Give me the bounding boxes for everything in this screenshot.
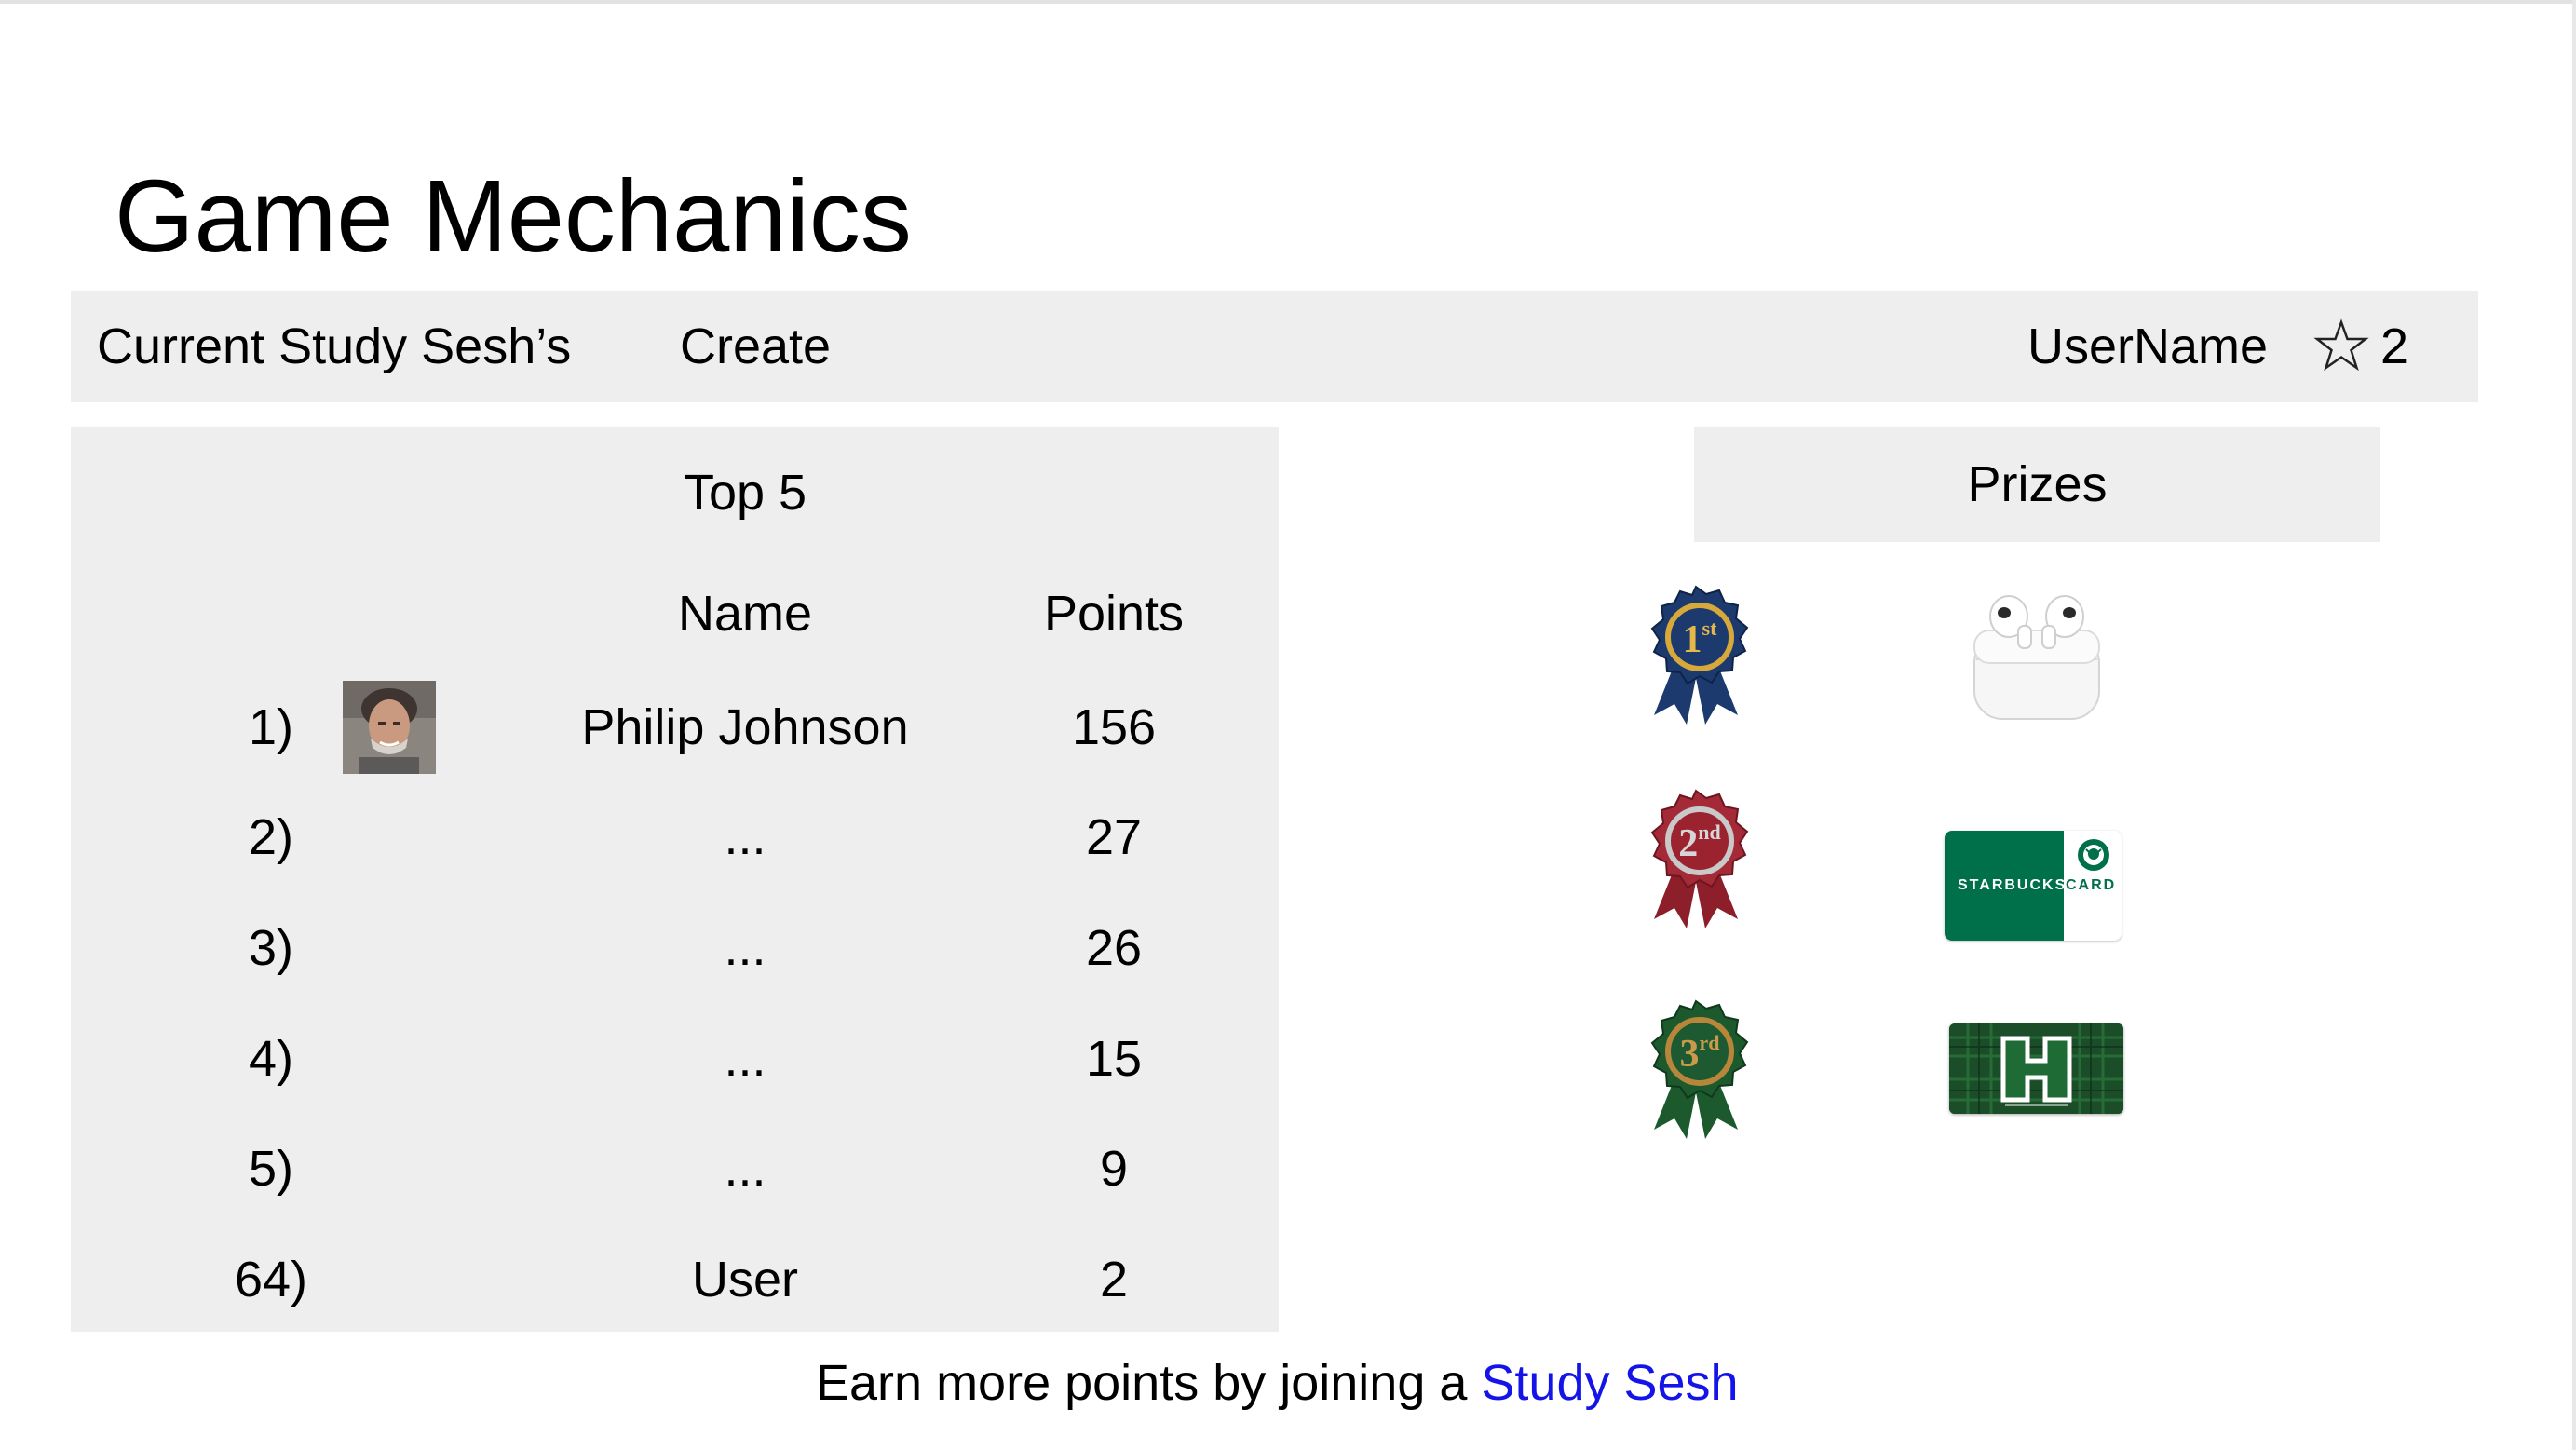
prizes-header: Prizes <box>1694 427 2380 542</box>
starbucks-card-prize: STARBUCKS CARD <box>1945 831 2122 941</box>
star-outline-icon <box>2313 318 2369 372</box>
row-user-points: 2 <box>1099 1252 1129 1308</box>
avatar <box>343 681 436 774</box>
earbuds-prize-icon <box>1973 595 2100 720</box>
nav-create[interactable]: Create <box>680 291 831 402</box>
uh-gift-card-prize <box>1949 1023 2123 1114</box>
nav-bar: Current Study Sesh’s Create UserName 2 <box>71 291 2478 402</box>
right-border <box>2572 0 2576 1450</box>
row-user-name: User <box>691 1252 798 1308</box>
footer-line: Earn more points by joining a Study Sesh <box>816 1346 1739 1420</box>
third-place-medal-icon: 3rd <box>1650 999 1749 1139</box>
row-1-points: 156 <box>1071 699 1157 755</box>
starbucks-card-text: CARD <box>2066 877 2117 893</box>
page-title: Game Mechanics <box>115 159 912 274</box>
second-place-medal-icon: 2nd <box>1650 789 1749 928</box>
row-2-points: 27 <box>1085 809 1143 865</box>
row-2-name: ... <box>724 809 766 865</box>
row-3-name: ... <box>724 920 766 976</box>
row-5-rank: 5) <box>248 1141 293 1197</box>
nav-username[interactable]: UserName <box>2027 291 2268 402</box>
row-user-rank: 64) <box>234 1252 308 1308</box>
row-4-points: 15 <box>1085 1031 1143 1087</box>
starbucks-logo-icon <box>2078 839 2109 871</box>
row-3-points: 26 <box>1085 920 1143 976</box>
row-5-points: 9 <box>1099 1141 1129 1197</box>
user-photo-icon <box>343 681 436 774</box>
starbucks-brand-text: STARBUCKS <box>1958 877 2068 893</box>
nav-points-count: 2 <box>2380 318 2409 374</box>
row-3-rank: 3) <box>248 920 293 976</box>
uh-logo-card-icon <box>1949 1023 2123 1114</box>
column-header-points: Points <box>1043 586 1185 642</box>
footer-text: Earn more points by joining a <box>816 1355 1482 1411</box>
nav-current-study-sesh[interactable]: Current Study Sesh’s <box>97 291 571 402</box>
row-4-rank: 4) <box>248 1031 293 1087</box>
row-4-name: ... <box>724 1031 766 1087</box>
column-header-name: Name <box>677 586 813 642</box>
leaderboard-panel: Top 5 Name Points 1) Philip Johnson 156 … <box>71 427 1279 1332</box>
top-border <box>0 0 2576 4</box>
row-2-rank: 2) <box>248 809 293 865</box>
leaderboard-title: Top 5 <box>683 465 807 521</box>
row-1-rank: 1) <box>248 699 293 755</box>
row-1-name: Philip Johnson <box>581 699 909 755</box>
row-5-name: ... <box>724 1141 766 1197</box>
first-place-medal-icon: 1st <box>1650 585 1749 725</box>
study-sesh-link[interactable]: Study Sesh <box>1481 1355 1738 1411</box>
